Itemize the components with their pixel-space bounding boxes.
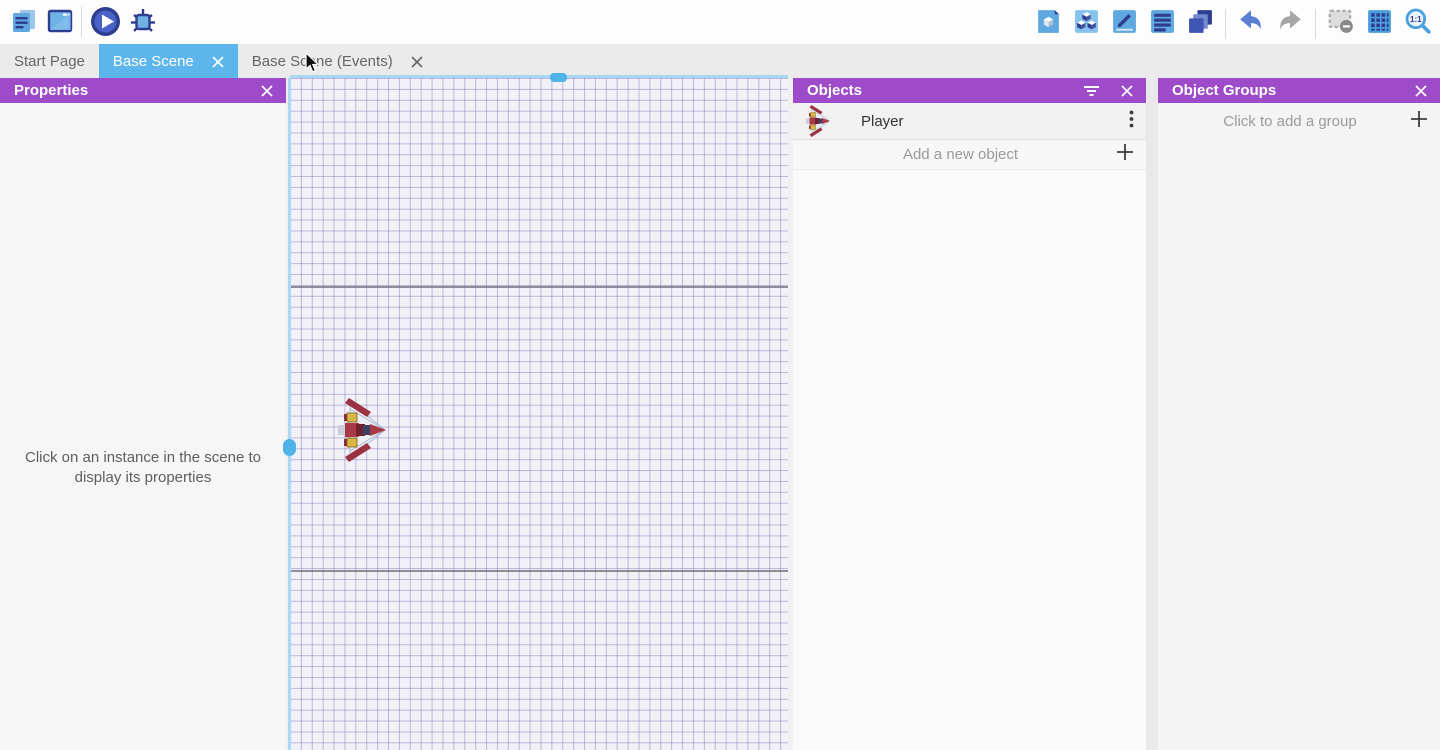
- add-object-row[interactable]: Add a new object: [793, 140, 1146, 170]
- add-object-label: Add a new object: [805, 146, 1116, 163]
- horizontal-scrollbar-track[interactable]: [290, 75, 788, 78]
- object-groups-panel-body: Click to add a group: [1158, 103, 1440, 750]
- close-tab-icon[interactable]: [212, 55, 224, 67]
- main-toolbar: 1:1: [0, 0, 1440, 44]
- objects-panel-header: Objects: [793, 78, 1146, 103]
- toolbar-separator: [81, 7, 82, 37]
- objects-panel-body: Player Add a new object: [793, 103, 1146, 750]
- toolbar-separator: [1225, 9, 1226, 39]
- player-thumbnail-icon: [805, 105, 831, 137]
- add-group-plus-icon[interactable]: [1410, 110, 1428, 133]
- close-properties-icon[interactable]: [260, 84, 274, 98]
- player-instance[interactable]: [337, 398, 387, 462]
- toolbar-separator: [1315, 9, 1316, 39]
- scene-window-top-line: [290, 286, 788, 288]
- object-groups-editor-icon[interactable]: [1073, 8, 1100, 40]
- properties-panel-header: Properties: [0, 78, 286, 103]
- tab-base-scene-events[interactable]: Base Scene (Events): [238, 44, 437, 78]
- grid-icon[interactable]: [1366, 8, 1393, 40]
- tab-label: Base Scene (Events): [252, 53, 393, 70]
- object-row-player[interactable]: Player: [793, 103, 1146, 140]
- player-sprite: [337, 398, 387, 462]
- layers-editor-icon[interactable]: [1187, 8, 1214, 40]
- project-manager-icon[interactable]: [10, 7, 38, 40]
- filter-objects-icon[interactable]: [1084, 84, 1098, 98]
- close-objects-icon[interactable]: [1120, 84, 1134, 98]
- scene-canvas[interactable]: [286, 78, 793, 750]
- properties-panel-body: Click on an instance in the scene to dis…: [0, 103, 286, 750]
- toolbar-right-group: 1:1: [1035, 7, 1432, 40]
- object-name: Player: [861, 113, 1129, 130]
- close-object-groups-icon[interactable]: [1414, 84, 1428, 98]
- redo-icon[interactable]: [1276, 7, 1304, 40]
- tab-label: Base Scene: [113, 53, 194, 70]
- zoom-ratio-label: 1:1: [1410, 15, 1422, 24]
- editor-tab-bar: Start Page Base Scene Base Scene (Events…: [0, 44, 1440, 78]
- debug-icon[interactable]: [128, 7, 158, 42]
- object-groups-panel-title: Object Groups: [1172, 82, 1276, 99]
- tab-start-page[interactable]: Start Page: [0, 44, 99, 78]
- play-icon[interactable]: [90, 6, 121, 42]
- objects-panel-title: Objects: [807, 82, 862, 99]
- properties-empty-message: Click on an instance in the scene to dis…: [7, 448, 279, 488]
- object-menu-icon[interactable]: [1129, 110, 1134, 133]
- zoom-1-1-icon[interactable]: 1:1: [1404, 7, 1432, 40]
- add-group-row[interactable]: Click to add a group: [1158, 103, 1440, 140]
- add-object-plus-icon[interactable]: [1116, 143, 1134, 166]
- vertical-scrollbar-thumb[interactable]: [283, 439, 296, 456]
- capture-disabled-icon: [1327, 7, 1355, 40]
- start-page-icon[interactable]: [46, 7, 74, 40]
- instances-list-icon[interactable]: [1149, 8, 1176, 40]
- tab-label: Start Page: [14, 53, 85, 70]
- close-tab-icon[interactable]: [411, 55, 423, 67]
- properties-panel-title: Properties: [14, 82, 88, 99]
- horizontal-scrollbar-thumb[interactable]: [550, 73, 567, 82]
- properties-editor-icon[interactable]: [1111, 8, 1138, 40]
- undo-icon[interactable]: [1237, 7, 1265, 40]
- vertical-scrollbar-track[interactable]: [288, 78, 291, 750]
- add-group-label: Click to add a group: [1170, 113, 1410, 130]
- scene-window-bottom-line: [290, 570, 788, 572]
- objects-editor-icon[interactable]: [1035, 8, 1062, 40]
- tab-base-scene[interactable]: Base Scene: [99, 44, 238, 78]
- object-groups-panel-header: Object Groups: [1158, 78, 1440, 103]
